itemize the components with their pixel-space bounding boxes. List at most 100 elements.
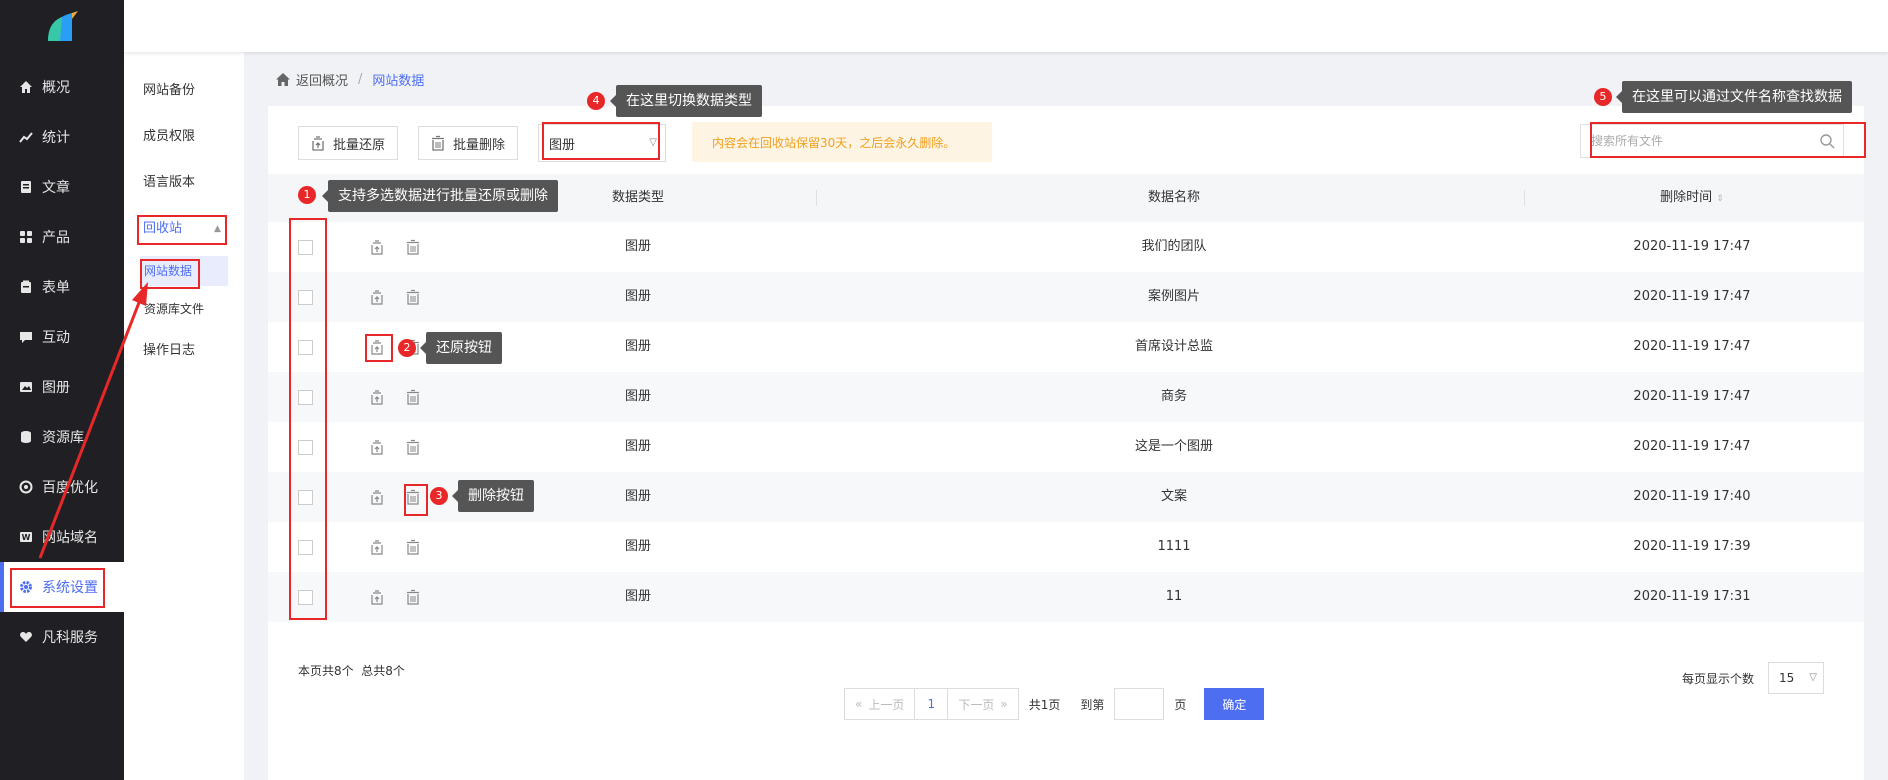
nav-item-label: 概况 bbox=[42, 80, 70, 96]
batch-delete-label: 批量删除 bbox=[453, 137, 506, 153]
batch-restore-button[interactable]: 批量还原 bbox=[298, 126, 399, 160]
annotation-box-checkboxes bbox=[289, 218, 327, 620]
brand-logo[interactable] bbox=[0, 0, 124, 52]
nav-item-label: 统计 bbox=[42, 130, 70, 146]
home-icon bbox=[18, 79, 34, 95]
breadcrumb: 返回概况 / 网站数据 bbox=[276, 70, 424, 89]
home-icon[interactable] bbox=[276, 73, 290, 86]
cell-time: 2020-11-19 17:47 bbox=[1633, 239, 1751, 254]
annotation-box-delete bbox=[404, 484, 428, 516]
restore-icon[interactable] bbox=[368, 388, 386, 406]
next-page-button[interactable]: 下一页 » bbox=[947, 688, 1019, 720]
submenu-language[interactable]: 语言版本 bbox=[124, 160, 244, 206]
cell-time: 2020-11-19 17:31 bbox=[1633, 589, 1751, 604]
w-icon: W bbox=[18, 529, 34, 545]
trash-icon[interactable] bbox=[404, 538, 422, 556]
annotation-box-restore bbox=[365, 334, 393, 362]
nav-item-seo[interactable]: 百度优化 bbox=[0, 462, 124, 512]
nav-item-label: 百度优化 bbox=[42, 480, 98, 496]
annotation-tip-3: 删除按钮 bbox=[452, 480, 534, 512]
nav-item-albums[interactable]: 图册 bbox=[0, 362, 124, 412]
annotation-number-1: 1 bbox=[298, 186, 316, 204]
nav-item-domain[interactable]: W 网站域名 bbox=[0, 512, 124, 562]
submenu-backup[interactable]: 网站备份 bbox=[124, 68, 244, 114]
restore-icon[interactable] bbox=[368, 488, 386, 506]
annotation-number-2: 2 bbox=[398, 339, 416, 357]
nav-item-articles[interactable]: 文章 bbox=[0, 162, 124, 212]
per-page-value: 15 bbox=[1779, 671, 1795, 685]
settings-submenu: 网站备份 成员权限 语言版本 回收站 ▲ 网站数据 资源库文件 操作日志 bbox=[124, 52, 244, 780]
column-divider bbox=[816, 190, 817, 206]
submenu-permissions[interactable]: 成员权限 bbox=[124, 114, 244, 160]
restore-icon[interactable] bbox=[368, 238, 386, 256]
trash-icon[interactable] bbox=[404, 238, 422, 256]
restore-icon bbox=[311, 135, 325, 151]
cell-type: 图册 bbox=[624, 239, 652, 254]
per-page-select[interactable]: 15 ▽ bbox=[1768, 662, 1824, 694]
nav-item-interaction[interactable]: 互动 bbox=[0, 312, 124, 362]
chat-icon bbox=[18, 329, 34, 345]
page-count: 本页共8个 bbox=[298, 664, 354, 678]
total-count: 总共8个 bbox=[361, 664, 405, 678]
cell-name: 文案 bbox=[1160, 489, 1188, 504]
target-icon bbox=[18, 479, 34, 495]
cell-name: 11 bbox=[1165, 589, 1183, 604]
table-row: 图册 我们的团队 2020-11-19 17:47 bbox=[268, 222, 1864, 272]
nav-item-overview[interactable]: 概况 bbox=[0, 62, 124, 112]
cell-time: 2020-11-19 17:47 bbox=[1633, 389, 1751, 404]
annotation-tip-5: 在这里可以通过文件名称查找数据 bbox=[1616, 81, 1852, 113]
prev-page-button[interactable]: « 上一页 bbox=[844, 688, 916, 720]
nav-item-statistics[interactable]: 统计 bbox=[0, 112, 124, 162]
double-chevron-right-icon: » bbox=[1000, 697, 1008, 711]
confirm-button[interactable]: 确定 bbox=[1204, 688, 1265, 720]
annotation-box-settings bbox=[10, 568, 105, 608]
nav-item-label: 产品 bbox=[42, 230, 70, 246]
column-header-type: 数据类型 bbox=[611, 190, 665, 205]
breadcrumb-current: 网站数据 bbox=[372, 74, 425, 89]
trash-icon[interactable] bbox=[404, 288, 422, 306]
next-page-label: 下一页 bbox=[958, 697, 995, 712]
cell-type: 图册 bbox=[624, 289, 652, 304]
column-header-time[interactable]: 删除时间 ⇕ bbox=[1660, 174, 1724, 222]
submenu-operation-log[interactable]: 操作日志 bbox=[124, 328, 244, 374]
svg-text:W: W bbox=[22, 533, 31, 542]
nav-item-forms[interactable]: 表单 bbox=[0, 262, 124, 312]
table-row: 图册 11 2020-11-19 17:31 bbox=[268, 572, 1864, 622]
page-number-current[interactable]: 1 bbox=[915, 688, 948, 720]
batch-delete-button[interactable]: 批量删除 bbox=[418, 126, 519, 160]
double-chevron-left-icon: « bbox=[855, 697, 863, 711]
cell-time: 2020-11-19 17:47 bbox=[1633, 439, 1751, 454]
grid-icon bbox=[18, 229, 34, 245]
column-header-time-label: 删除时间 bbox=[1660, 190, 1713, 205]
trash-icon[interactable] bbox=[404, 438, 422, 456]
annotation-tip-1: 支持多选数据进行批量还原或删除 bbox=[322, 180, 558, 212]
annotation-box-recycle bbox=[137, 215, 227, 245]
restore-icon[interactable] bbox=[368, 588, 386, 606]
nav-item-resources[interactable]: 资源库 bbox=[0, 412, 124, 462]
database-icon bbox=[18, 429, 34, 445]
page-unit-label: 页 bbox=[1174, 697, 1187, 712]
cell-name: 案例图片 bbox=[1147, 289, 1201, 304]
cell-type: 图册 bbox=[624, 589, 652, 604]
table-row: 图册 案例图片 2020-11-19 17:47 bbox=[268, 272, 1864, 322]
restore-icon[interactable] bbox=[368, 288, 386, 306]
restore-icon[interactable] bbox=[368, 438, 386, 456]
cell-type: 图册 bbox=[624, 539, 652, 554]
trash-icon[interactable] bbox=[404, 588, 422, 606]
nav-item-label: 图册 bbox=[42, 380, 70, 396]
retention-notice: 内容会在回收站保留30天，之后会永久删除。 bbox=[692, 122, 992, 162]
trash-icon[interactable] bbox=[404, 388, 422, 406]
sort-icon[interactable]: ⇕ bbox=[1716, 194, 1724, 204]
nav-item-label: 表单 bbox=[42, 280, 70, 296]
nav-item-services[interactable]: 凡科服务 bbox=[0, 612, 124, 662]
restore-icon[interactable] bbox=[368, 538, 386, 556]
per-page-control: 每页显示个数 15 ▽ bbox=[1682, 662, 1824, 694]
nav-item-products[interactable]: 产品 bbox=[0, 212, 124, 262]
table-row: 图册 首席设计总监 2020-11-19 17:47 bbox=[268, 322, 1864, 372]
cell-type: 图册 bbox=[624, 339, 652, 354]
table-row: 图册 商务 2020-11-19 17:47 bbox=[268, 372, 1864, 422]
breadcrumb-back-link[interactable]: 返回概况 bbox=[296, 70, 348, 89]
goto-page-input[interactable] bbox=[1114, 688, 1165, 720]
table-row: 图册 这是一个图册 2020-11-19 17:47 bbox=[268, 422, 1864, 472]
submenu-resource-files[interactable]: 资源库文件 bbox=[140, 294, 228, 324]
